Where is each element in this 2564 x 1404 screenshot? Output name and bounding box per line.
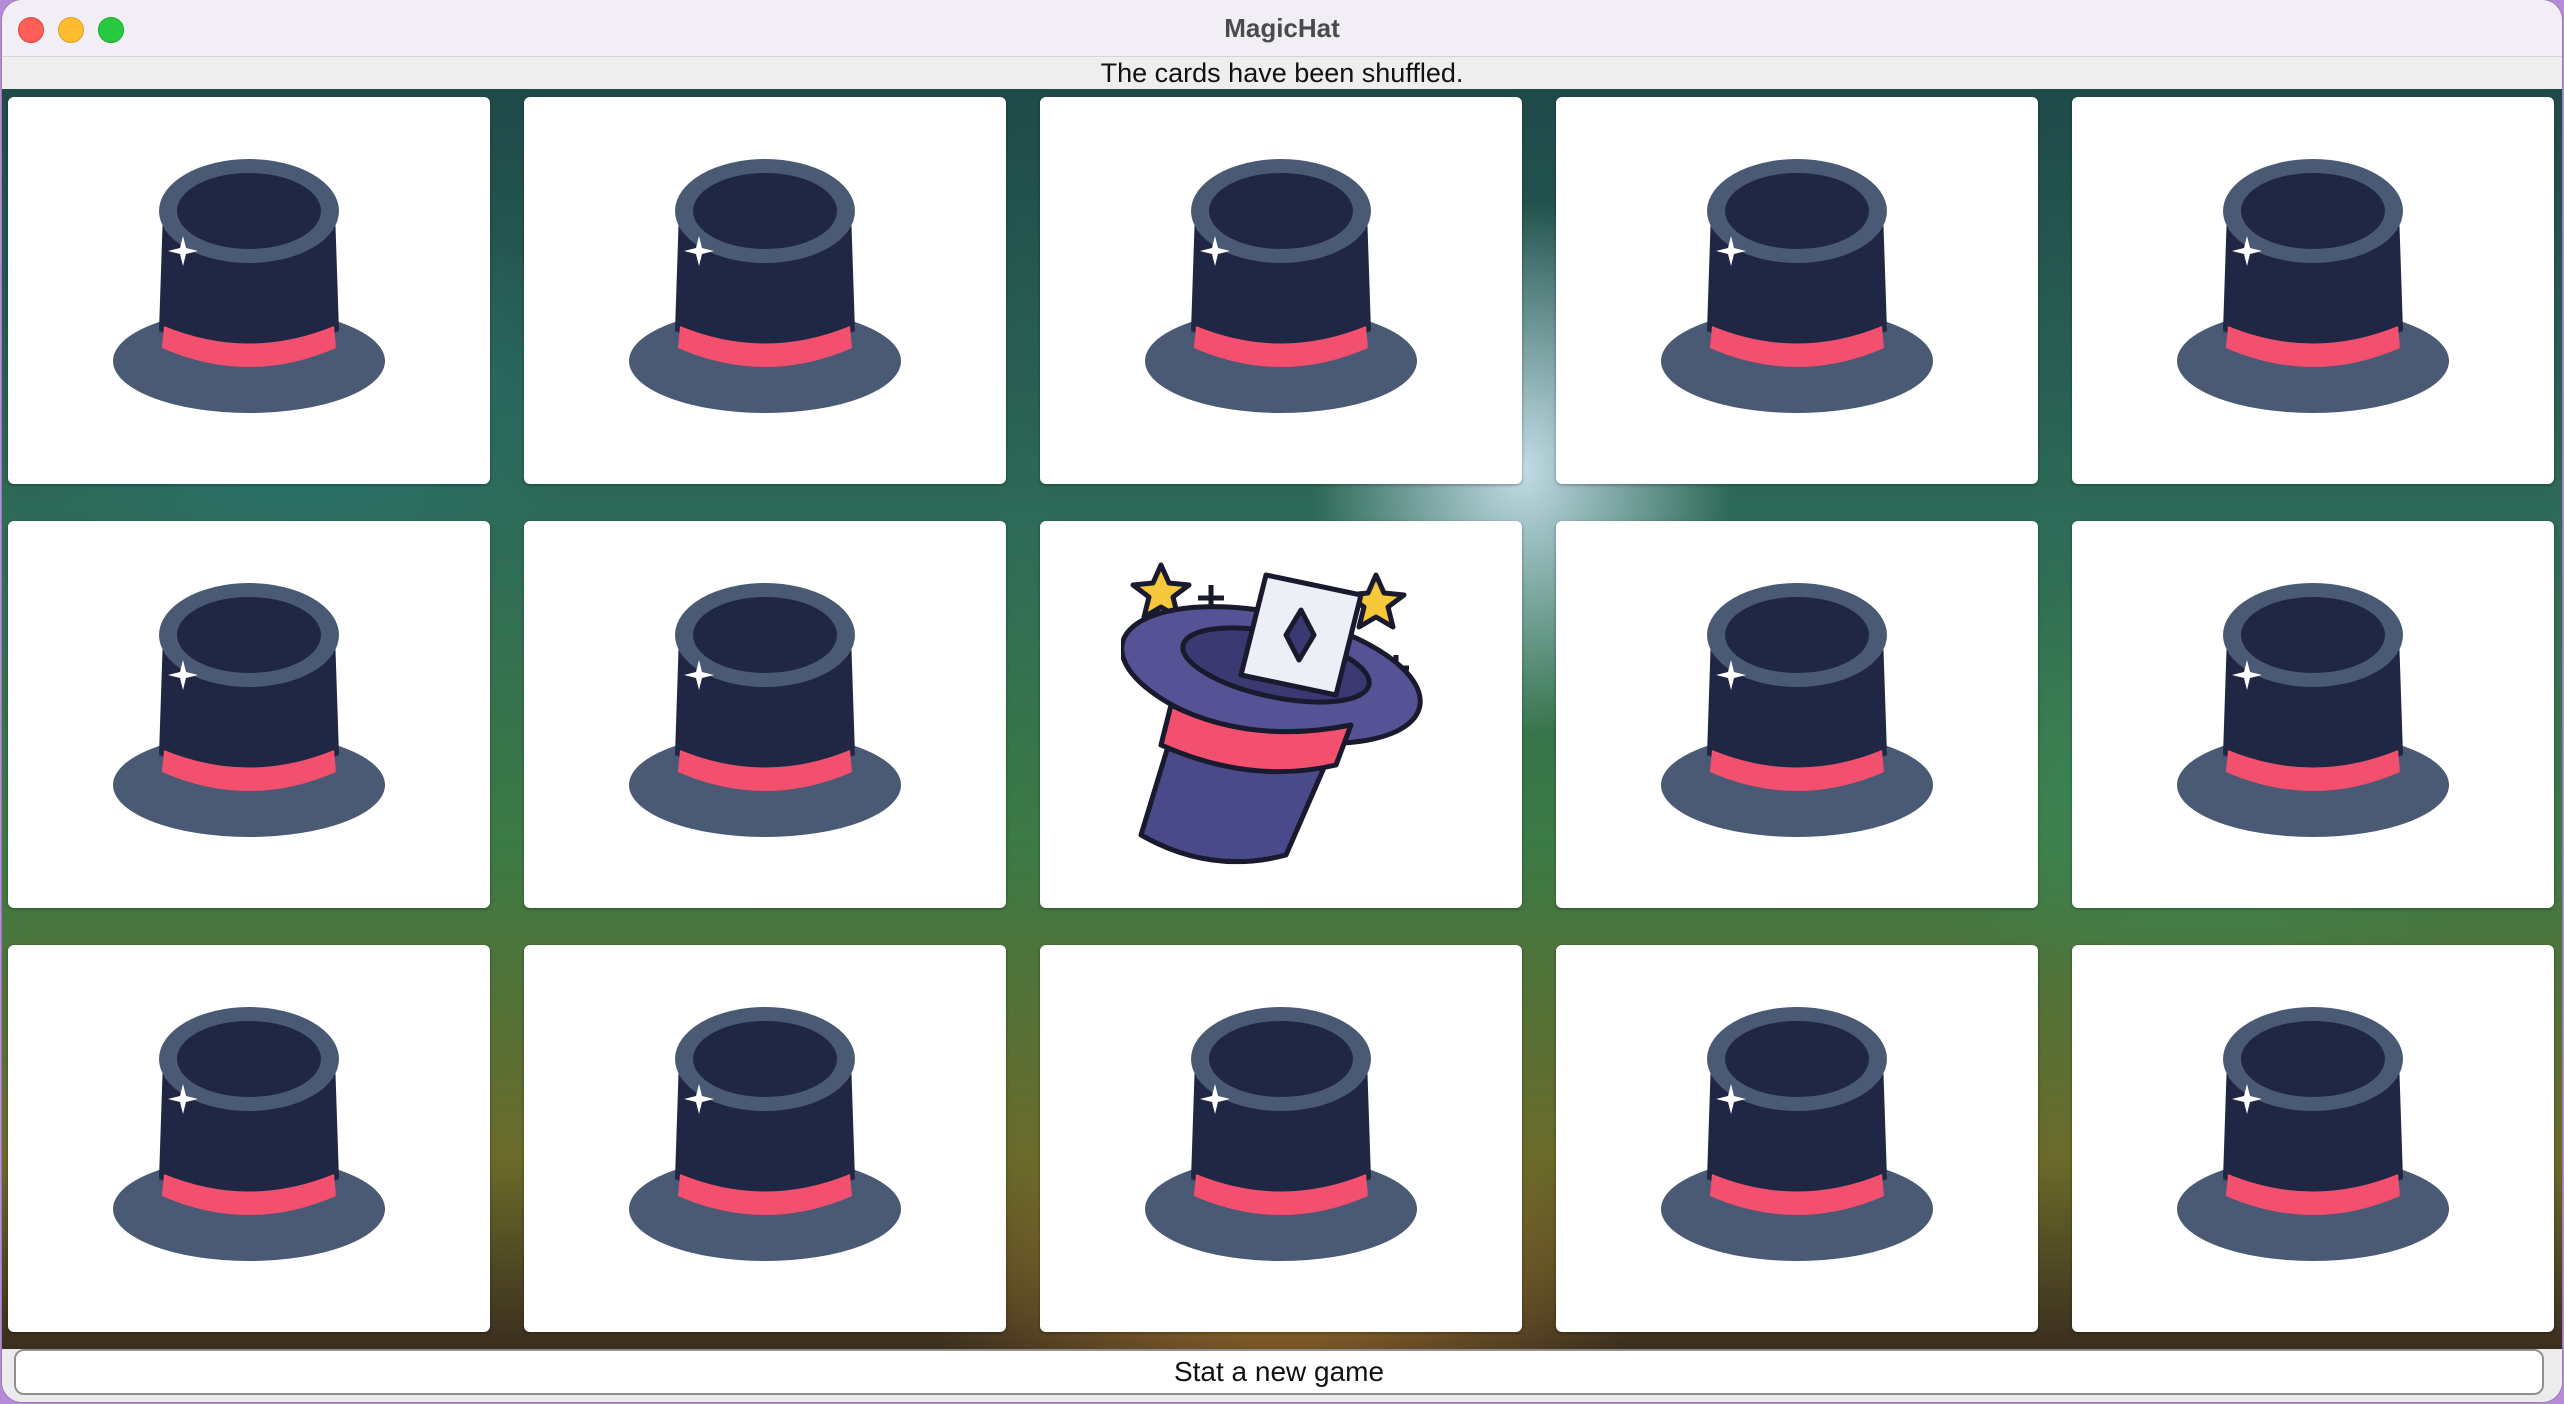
new-game-button[interactable]: Stat a new game <box>14 1349 2544 1395</box>
card-r2-c2[interactable] <box>524 521 1006 908</box>
card-r2-c3[interactable] <box>1040 521 1522 908</box>
card-r1-c4[interactable] <box>1556 97 2038 484</box>
top-hat-icon <box>625 1004 905 1274</box>
top-hat-icon <box>109 580 389 850</box>
top-hat-icon <box>2173 580 2453 850</box>
top-hat-icon <box>109 156 389 426</box>
card-r2-c5[interactable] <box>2072 521 2554 908</box>
top-hat-icon <box>625 156 905 426</box>
top-hat-icon <box>2173 156 2453 426</box>
top-hat-icon <box>625 580 905 850</box>
top-hat-icon <box>1141 156 1421 426</box>
card-r3-c3[interactable] <box>1040 945 1522 1332</box>
card-r1-c3[interactable] <box>1040 97 1522 484</box>
card-r3-c5[interactable] <box>2072 945 2554 1332</box>
top-hat-icon <box>1657 580 1937 850</box>
top-hat-icon <box>2173 1004 2453 1274</box>
card-r2-c4[interactable] <box>1556 521 2038 908</box>
top-hat-icon <box>1657 156 1937 426</box>
title-bar: MagicHat <box>2 0 2562 57</box>
app-window: MagicHat The cards have been shuffled. S… <box>2 0 2562 1402</box>
card-r3-c2[interactable] <box>524 945 1006 1332</box>
card-r1-c5[interactable] <box>2072 97 2554 484</box>
footer: Stat a new game <box>2 1349 2562 1402</box>
magic-hat-card-icon <box>1121 555 1441 875</box>
game-board <box>2 89 2562 1349</box>
card-r3-c1[interactable] <box>8 945 490 1332</box>
card-r2-c1[interactable] <box>8 521 490 908</box>
card-r1-c1[interactable] <box>8 97 490 484</box>
top-hat-icon <box>1657 1004 1937 1274</box>
card-r3-c4[interactable] <box>1556 945 2038 1332</box>
card-r1-c2[interactable] <box>524 97 1006 484</box>
window-title: MagicHat <box>1224 13 1340 43</box>
top-hat-icon <box>1141 1004 1421 1274</box>
top-hat-icon <box>109 1004 389 1274</box>
status-message: The cards have been shuffled. <box>2 57 2562 89</box>
